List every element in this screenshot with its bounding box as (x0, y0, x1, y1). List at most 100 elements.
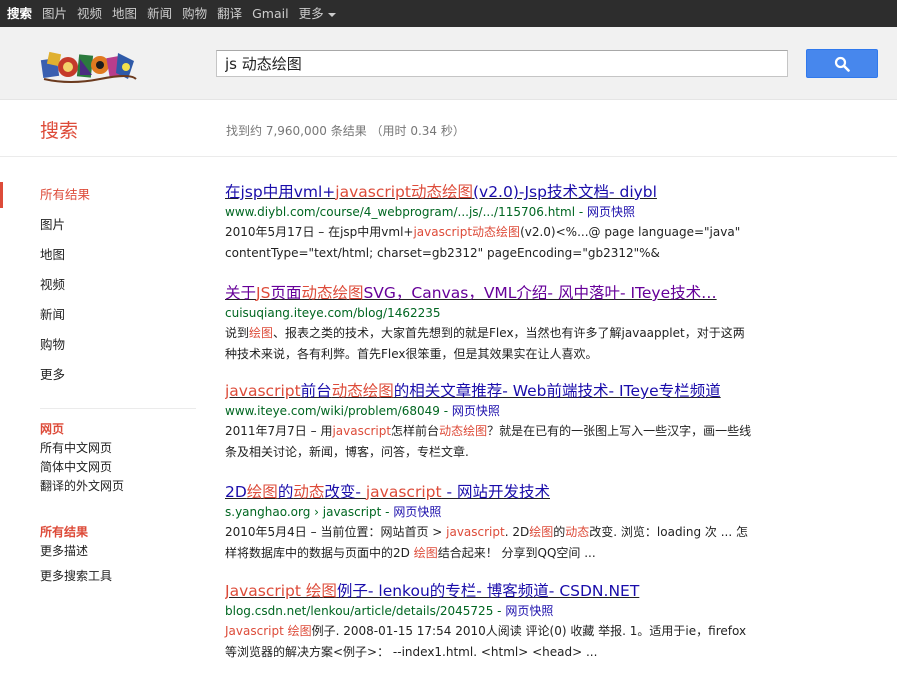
top-nav-search[interactable]: 搜索 (0, 0, 37, 27)
text-segment: 前台 (300, 382, 332, 400)
sidebar-group-tools: 更多搜索工具 (40, 567, 112, 586)
result-item: 关于JS页面动态绘图SVG，Canvas，VML介绍- 风中落叶- ITeye技… (225, 282, 755, 365)
result-title-link[interactable]: Javascript 绘图例子- lenkou的专栏- 博客频道- CSDN.N… (225, 580, 755, 602)
top-nav-shopping[interactable]: 购物 (177, 0, 212, 27)
sidebar-item-shopping[interactable]: 购物 (0, 330, 200, 360)
top-nav-news[interactable]: 新闻 (142, 0, 177, 27)
result-item: 在jsp中用vml+javascript动态绘图(v2.0)-Jsp技术文档- … (225, 181, 755, 264)
page-title: 搜索 (40, 120, 79, 142)
text-segment: 说到 (225, 326, 250, 340)
highlight-term: javascript (225, 382, 301, 400)
top-nav-gmail[interactable]: Gmail (247, 0, 293, 27)
highlight-term: 动态 (565, 525, 590, 539)
sidebar-group-results-heading[interactable]: 所有结果 (40, 523, 88, 542)
text-segment: 2D (225, 483, 247, 501)
top-nav-links: 搜索 图片 视频 地图 新闻 购物 翻译 Gmail 更多 (0, 0, 341, 27)
sidebar-item-all-results[interactable]: 所有结果 (0, 180, 200, 210)
top-nav-translate[interactable]: 翻译 (212, 0, 247, 27)
text-segment: 在jsp中用vml+ (225, 183, 336, 201)
sidebar-link-all-chinese[interactable]: 所有中文网页 (40, 439, 124, 458)
highlight-term: Javascript 绘图 (225, 582, 337, 600)
url-separator: - (575, 205, 588, 219)
result-snippet: 2010年5月4日 – 当前位置：网站首页 > javascript. 2D绘图… (225, 522, 755, 564)
top-nav-more-label: 更多 (298, 6, 324, 21)
sidebar-link-translated[interactable]: 翻译的外文网页 (40, 477, 124, 496)
highlight-term: JS (256, 284, 271, 302)
top-nav-more[interactable]: 更多 (294, 0, 341, 27)
result-snippet: Javascript 绘图例子. 2008-01-15 17:54 2010人阅… (225, 621, 755, 663)
top-navigation-bar: 搜索 图片 视频 地图 新闻 购物 翻译 Gmail 更多 (0, 0, 897, 27)
highlight-term: Javascript 绘图 (225, 624, 312, 638)
cache-link[interactable]: 网页快照 (587, 205, 635, 219)
text-segment: 关于 (225, 284, 257, 302)
top-nav-images[interactable]: 图片 (37, 0, 72, 27)
sidebar-link-more-descriptions[interactable]: 更多描述 (40, 542, 88, 561)
highlight-term: 绘图 (246, 483, 278, 501)
text-segment: 例子- lenkou的专栏- 博客频道- CSDN.NET (336, 582, 640, 600)
top-nav-maps[interactable]: 地图 (107, 0, 142, 27)
sidebar-item-images[interactable]: 图片 (0, 210, 200, 240)
sidebar-group-web-heading[interactable]: 网页 (40, 420, 124, 439)
result-url: s.yanghao.org › javascript (225, 505, 382, 519)
result-title-link[interactable]: javascript前台动态绘图的相关文章推荐- Web前端技术- ITeye专… (225, 380, 755, 402)
result-item: Javascript 绘图例子- lenkou的专栏- 博客频道- CSDN.N… (225, 580, 755, 663)
text-segment: 的 (277, 483, 294, 501)
url-separator: - (381, 505, 394, 519)
sidebar-group-results: 所有结果 更多描述 (40, 523, 88, 561)
sidebar-link-search-tools[interactable]: 更多搜索工具 (40, 567, 112, 586)
sidebar-divider (40, 408, 196, 409)
text-segment: 的相关文章推荐- Web前端技术- ITeye专栏频道 (393, 382, 721, 400)
url-separator: - (493, 604, 506, 618)
results-subheader: 搜索 找到约 7,960,000 条结果 （用时 0.34 秒） (0, 100, 897, 157)
highlight-term: javascript (332, 424, 392, 438)
doodle-logo[interactable] (40, 45, 138, 85)
sidebar-link-simplified-chinese[interactable]: 简体中文网页 (40, 458, 124, 477)
highlight-term: 动态 (293, 483, 325, 501)
text-segment: 2010年5月4日 – 当前位置：网站首页 > (225, 525, 447, 539)
search-icon (834, 56, 850, 72)
search-input[interactable] (217, 51, 775, 76)
text-segment: 改变- (324, 483, 366, 501)
top-nav-videos[interactable]: 视频 (72, 0, 107, 27)
text-segment: SVG，Canvas，VML介绍- 风中落叶- ITeye技术… (363, 284, 717, 302)
url-separator: - (439, 404, 452, 418)
result-url: www.diybl.com/course/4_webprogram/...js/… (225, 205, 576, 219)
highlight-term: 动态绘图 (439, 424, 488, 438)
text-segment: 2010年5月17日 – 在jsp中用vml+ (225, 225, 414, 239)
result-stats: 找到约 7,960,000 条结果 （用时 0.34 秒） (226, 124, 465, 138)
sidebar-item-videos[interactable]: 视频 (0, 270, 200, 300)
result-url-line: www.iteye.com/wiki/problem/68049 - 网页快照 (225, 402, 755, 420)
result-item: 2D绘图的动态改变- javascript - 网站开发技术 s.yanghao.… (225, 481, 755, 564)
highlight-term: javascript动态绘图 (335, 183, 473, 201)
result-title-link[interactable]: 在jsp中用vml+javascript动态绘图(v2.0)-Jsp技术文档- … (225, 181, 755, 203)
sidebar-item-news[interactable]: 新闻 (0, 300, 200, 330)
result-title-link[interactable]: 关于JS页面动态绘图SVG，Canvas，VML介绍- 风中落叶- ITeye技… (225, 282, 755, 304)
cache-link[interactable]: 网页快照 (505, 604, 553, 618)
result-url: blog.csdn.net/lenkou/article/details/204… (225, 604, 494, 618)
text-segment: 、报表之类的技术，大家首先想到的就是Flex，当然也有许多了解javaapple… (225, 326, 745, 361)
sidebar-group-web: 网页 所有中文网页 简体中文网页 翻译的外文网页 (40, 420, 124, 496)
highlight-term: javascript (446, 525, 505, 539)
chevron-down-icon (327, 12, 336, 17)
text-segment: . 2D (504, 525, 530, 539)
search-button[interactable] (806, 49, 878, 78)
cache-link[interactable]: 网页快照 (393, 505, 441, 519)
result-title-link[interactable]: 2D绘图的动态改变- javascript - 网站开发技术 (225, 481, 755, 503)
highlight-term: 绘图 (529, 525, 554, 539)
text-segment: - 网站开发技术 (441, 483, 550, 501)
search-header (0, 27, 897, 100)
result-url-line: www.diybl.com/course/4_webprogram/...js/… (225, 203, 755, 221)
sidebar-item-more[interactable]: 更多 (0, 360, 200, 390)
result-url: cuisuqiang.iteye.com/blog/1462235 (225, 306, 441, 320)
sidebar-item-maps[interactable]: 地图 (0, 240, 200, 270)
highlight-term: javascript (365, 483, 442, 501)
cache-link[interactable]: 网页快照 (452, 404, 500, 418)
text-segment: 怎样前台 (391, 424, 440, 438)
result-url-line: s.yanghao.org › javascript - 网页快照 (225, 503, 755, 521)
text-segment: 结合起来！ 分享到QQ空间 ... (437, 546, 596, 560)
left-sidebar: 所有结果 图片 地图 视频 新闻 购物 更多 网页 所有中文网页 简体中文网页 … (0, 180, 200, 583)
result-url: www.iteye.com/wiki/problem/68049 (225, 404, 440, 418)
highlight-term: 绘图 (249, 326, 274, 340)
text-segment: (v2.0)-Jsp技术文档- diybl (472, 183, 657, 201)
text-segment: 页面 (270, 284, 302, 302)
